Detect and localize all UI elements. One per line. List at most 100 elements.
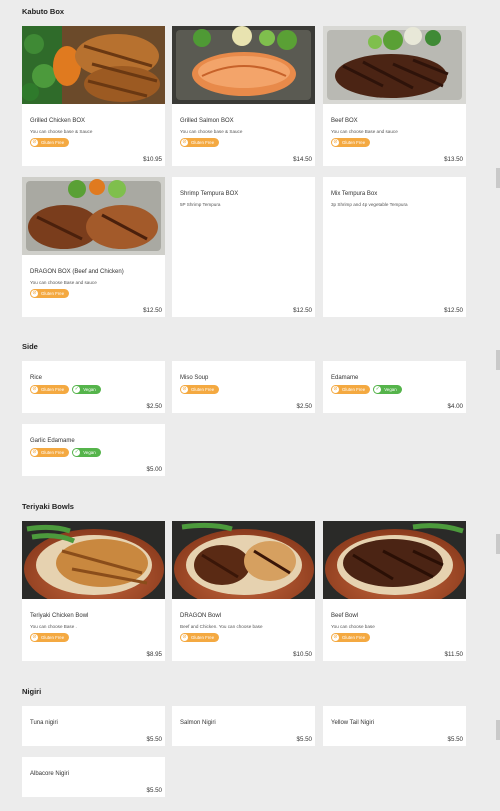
item-name: Salmon Nigiri <box>180 720 216 726</box>
menu-item-grilled-salmon-box[interactable]: Grilled Salmon BOX You can choose base &… <box>172 26 315 166</box>
item-price: $10.95 <box>143 156 162 163</box>
item-price: $5.50 <box>296 736 312 743</box>
gluten-free-badge: ⊘ Gluten Free <box>331 138 371 147</box>
vegan-icon: ✓ <box>374 386 382 393</box>
item-name: Grilled Chicken BOX <box>30 118 86 124</box>
gluten-free-badge: ⊘ Gluten Free <box>331 633 371 642</box>
item-name: Tuna nigiri <box>30 720 58 726</box>
item-name: Teriyaki Chicken Bowl <box>30 613 89 619</box>
gluten-free-icon: ⊘ <box>181 139 188 146</box>
item-price: $5.50 <box>447 736 463 743</box>
gluten-free-badge: ⊘ Gluten Free <box>180 385 220 394</box>
menu-item-mix-tempura-box[interactable]: Mix Tempura Box 3p Shrimp and 4p vegetab… <box>323 177 466 317</box>
gluten-free-badge: ⊘ Gluten Free <box>30 138 70 147</box>
item-price: $13.50 <box>444 156 463 163</box>
item-name: Edamame <box>331 375 359 381</box>
item-price: $12.50 <box>293 307 312 314</box>
item-description: You can choose base & Sauce <box>180 129 243 134</box>
menu-item-miso-soup[interactable]: Miso Soup ⊘ Gluten Free $2.50 <box>172 361 315 413</box>
item-name: Albacore Nigiri <box>30 771 70 777</box>
section-title-kabuto-box: Kabuto Box <box>22 7 65 16</box>
scroll-marker[interactable] <box>496 168 500 188</box>
scroll-marker[interactable] <box>496 720 500 740</box>
item-description: 3p Shrimp and 4p vegetable Tempura <box>331 202 408 207</box>
item-name: DRAGON BOX (Beef and Chicken) <box>30 269 124 275</box>
item-price: $5.50 <box>146 736 162 743</box>
gluten-free-badge: ⊘ Gluten Free <box>180 633 220 642</box>
vegan-badge: ✓ Vegan <box>72 448 101 457</box>
gluten-free-icon: ⊘ <box>31 449 38 456</box>
gluten-free-badge: ⊘ Gluten Free <box>30 633 70 642</box>
item-description: 5P Shrimp Tempura <box>180 202 221 207</box>
vegan-badge: ✓ Vegan <box>72 385 101 394</box>
beef-box-photo <box>323 26 466 104</box>
section-title-nigiri: Nigiri <box>22 687 42 696</box>
item-name: Rice <box>30 375 43 381</box>
gluten-free-badge: ⊘ Gluten Free <box>30 385 70 394</box>
scroll-marker[interactable] <box>496 350 500 370</box>
beef-bowl-photo <box>323 521 466 599</box>
gluten-free-icon: ⊘ <box>332 634 339 641</box>
gluten-free-badge: ⊘ Gluten Free <box>331 385 371 394</box>
item-description: You can choose Base . <box>30 624 77 629</box>
gluten-free-icon: ⊘ <box>332 139 339 146</box>
menu-item-yellow-tail-nigiri[interactable]: Yellow Tail Nigiri $5.50 <box>323 706 466 746</box>
item-description: You can choose Base and sauce <box>30 280 97 285</box>
item-price: $8.95 <box>146 651 162 658</box>
menu-item-shrimp-tempura-box[interactable]: Shrimp Tempura BOX 5P Shrimp Tempura $12… <box>172 177 315 317</box>
item-price: $14.50 <box>293 156 312 163</box>
section-title-teriyaki-bowls: Teriyaki Bowls <box>22 502 74 511</box>
gluten-free-icon: ⊘ <box>31 634 38 641</box>
item-name: DRAGON Bowl <box>180 613 222 619</box>
gluten-free-badge: ⊘ Gluten Free <box>30 289 70 298</box>
item-name: Beef Bowl <box>331 613 359 619</box>
menu-item-albacore-nigiri[interactable]: Albacore Nigiri $5.50 <box>22 757 165 797</box>
item-description: You can choose base <box>331 624 375 629</box>
menu-item-beef-box[interactable]: Beef BOX You can choose Base and sauce ⊘… <box>323 26 466 166</box>
item-description: You can choose base & Sauce <box>30 129 93 134</box>
item-description: You can choose Base and sauce <box>331 129 398 134</box>
item-price: $12.50 <box>444 307 463 314</box>
dragon-bowl-photo <box>172 521 315 599</box>
item-description: Beef and Chicken. You can choose base <box>180 624 263 629</box>
teriyaki-chicken-bowl-photo <box>22 521 165 599</box>
section-title-side: Side <box>22 342 38 351</box>
menu-item-rice[interactable]: Rice ⊘ Gluten Free ✓ Vegan $2.50 <box>22 361 165 413</box>
item-price: $2.50 <box>296 403 312 410</box>
menu-item-grilled-chicken-box[interactable]: Grilled Chicken BOX You can choose base … <box>22 26 165 166</box>
gluten-free-icon: ⊘ <box>31 290 38 297</box>
item-price: $4.00 <box>447 403 463 410</box>
gluten-free-icon: ⊘ <box>181 386 188 393</box>
menu-item-beef-bowl[interactable]: Beef Bowl You can choose base ⊘ Gluten Fr… <box>323 521 466 661</box>
vegan-icon: ✓ <box>73 386 81 393</box>
menu-item-teriyaki-chicken-bowl[interactable]: Teriyaki Chicken Bowl You can choose Bas… <box>22 521 165 661</box>
item-name: Beef BOX <box>331 118 358 124</box>
item-price: $11.50 <box>444 651 463 658</box>
dragon-box-photo <box>22 177 165 255</box>
item-name: Mix Tempura Box <box>331 191 378 197</box>
gluten-free-icon: ⊘ <box>31 139 38 146</box>
menu-item-edamame[interactable]: Edamame ⊘ Gluten Free ✓ Vegan $4.00 <box>323 361 466 413</box>
item-name: Yellow Tail Nigiri <box>331 720 375 726</box>
item-name: Garlic Edamame <box>30 438 75 444</box>
grilled-salmon-box-photo <box>172 26 315 104</box>
gluten-free-icon: ⊘ <box>181 634 188 641</box>
item-name: Grilled Salmon BOX <box>180 118 234 124</box>
scroll-marker[interactable] <box>496 534 500 554</box>
menu-item-tuna-nigiri[interactable]: Tuna nigiri $5.50 <box>22 706 165 746</box>
item-price: $5.50 <box>146 787 162 794</box>
gluten-free-icon: ⊘ <box>332 386 339 393</box>
gluten-free-icon: ⊘ <box>31 386 38 393</box>
vegan-badge: ✓ Vegan <box>373 385 402 394</box>
menu-item-dragon-box[interactable]: DRAGON BOX (Beef and Chicken) You can ch… <box>22 177 165 317</box>
item-name: Shrimp Tempura BOX <box>180 191 239 197</box>
item-price: $5.00 <box>146 466 162 473</box>
menu-item-salmon-nigiri[interactable]: Salmon Nigiri $5.50 <box>172 706 315 746</box>
item-price: $12.50 <box>143 307 162 314</box>
item-name: Miso Soup <box>180 375 209 381</box>
item-price: $2.50 <box>146 403 162 410</box>
grilled-chicken-box-photo <box>22 26 165 104</box>
gluten-free-badge: ⊘ Gluten Free <box>30 448 70 457</box>
menu-item-garlic-edamame[interactable]: Garlic Edamame ⊘ Gluten Free ✓ Vegan $5.00 <box>22 424 165 476</box>
menu-item-dragon-bowl[interactable]: DRAGON Bowl Beef and Chicken. You can ch… <box>172 521 315 661</box>
